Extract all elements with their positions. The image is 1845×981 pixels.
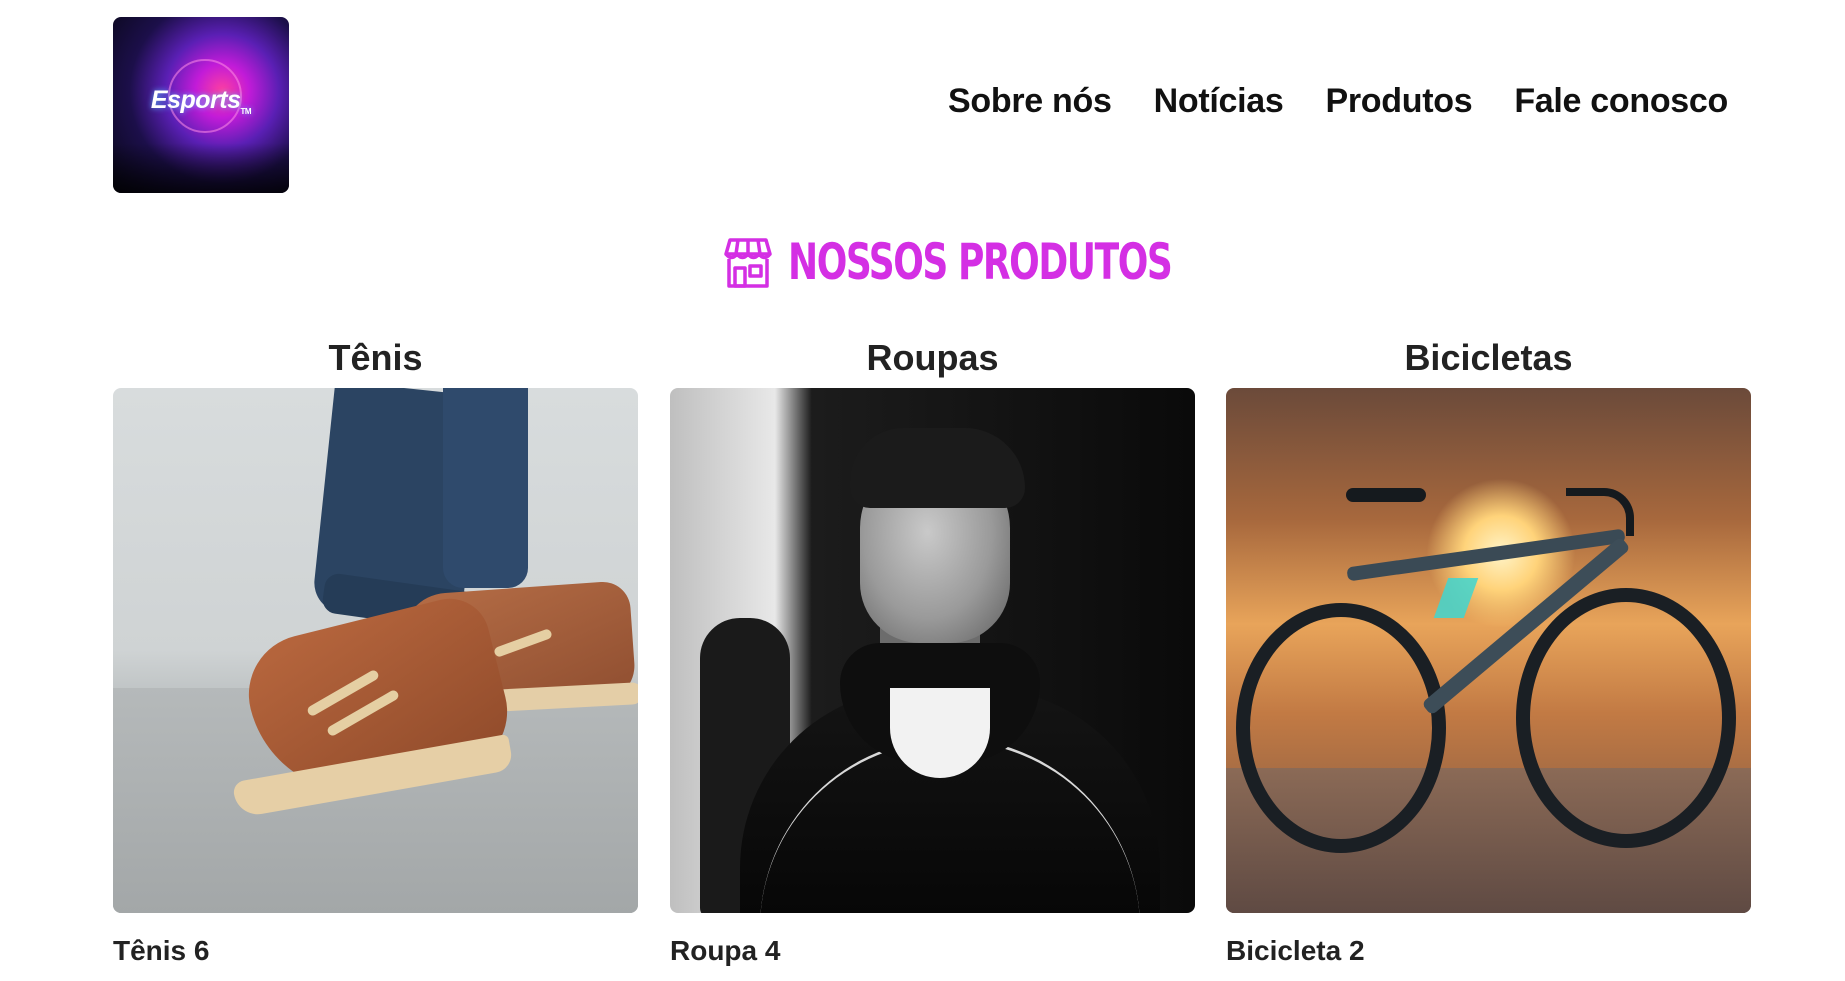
product-caption[interactable]: Tênis 6 bbox=[113, 935, 638, 967]
product-image-bicycle[interactable] bbox=[1226, 388, 1751, 913]
nav-item-noticias[interactable]: Notícias bbox=[1154, 82, 1284, 121]
storefront-icon bbox=[723, 238, 772, 288]
nav-item-fale-conosco[interactable]: Fale conosco bbox=[1514, 82, 1728, 121]
site-logo[interactable]: EsportsTM bbox=[113, 17, 289, 193]
product-image-sneakers[interactable] bbox=[113, 388, 638, 913]
product-column-tenis: Tênis Tênis 6 bbox=[113, 336, 638, 967]
main-nav: Sobre nós Notícias Produtos Fale conosco bbox=[948, 82, 1728, 121]
nav-item-sobre-nos[interactable]: Sobre nós bbox=[948, 82, 1112, 121]
nav-item-produtos[interactable]: Produtos bbox=[1325, 82, 1472, 121]
category-title: Roupas bbox=[866, 337, 999, 378]
category-title: Tênis bbox=[328, 337, 423, 378]
product-column-roupas: Roupas Roupa 4 bbox=[670, 336, 1195, 967]
section-title: NOSSOS PRODUTOS bbox=[787, 233, 1173, 291]
section-heading: NOSSOS PRODUTOS bbox=[0, 232, 1845, 292]
logo-text: EsportsTM bbox=[150, 86, 252, 116]
category-title: Bicicletas bbox=[1404, 337, 1573, 378]
product-image-clothing[interactable] bbox=[670, 388, 1195, 913]
page: EsportsTM Sobre nós Notícias Produtos Fa… bbox=[0, 0, 1845, 981]
product-column-bicicletas: Bicicletas Bicicleta 2 bbox=[1226, 336, 1751, 967]
product-caption[interactable]: Bicicleta 2 bbox=[1226, 935, 1751, 967]
product-caption[interactable]: Roupa 4 bbox=[670, 935, 1195, 967]
